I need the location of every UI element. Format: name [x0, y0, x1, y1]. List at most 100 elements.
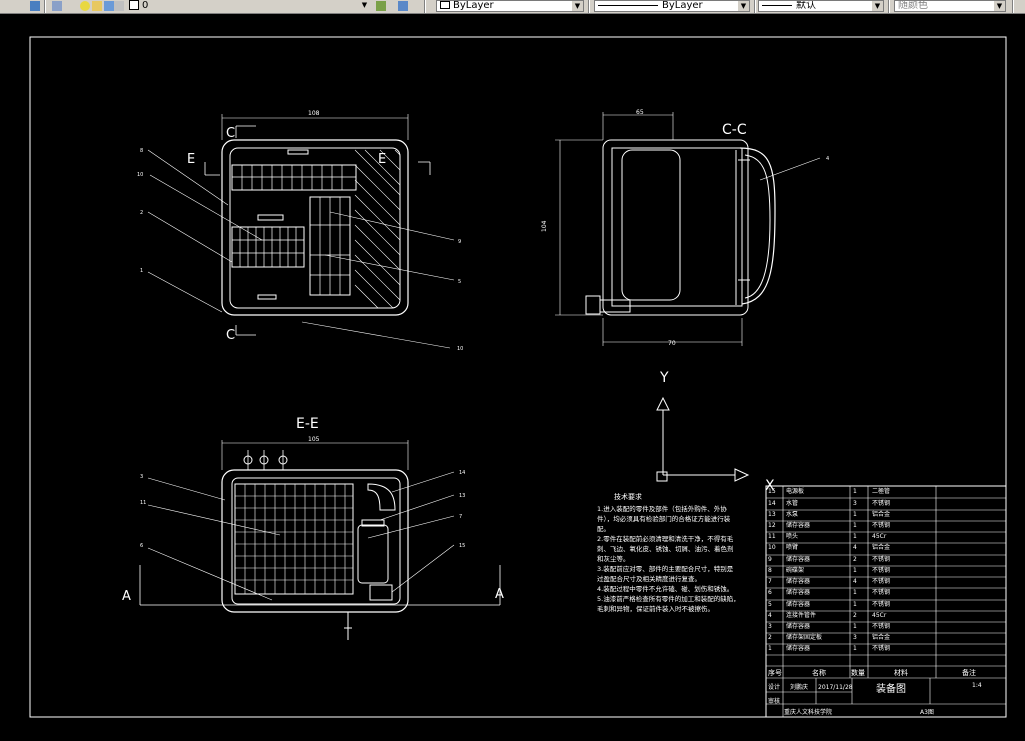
- design-date: 2017/11/28: [818, 684, 853, 691]
- bom-cell-no: 15: [768, 488, 776, 495]
- bom-cell-qty: 1: [853, 623, 857, 630]
- bom-cell-material: 不锈钢: [872, 601, 891, 608]
- bom-cell-material: 不锈钢: [872, 567, 891, 574]
- bom-cell-name: 喷头: [786, 533, 799, 540]
- bom-cell-no: 14: [768, 500, 776, 507]
- tech-note-line: 1.进入装配的零件及部件（包括外购件、外协: [597, 505, 727, 513]
- bom-cell-qty: 1: [853, 601, 857, 608]
- callout-2: 2: [140, 210, 143, 216]
- layer-color-swatch: [129, 0, 139, 10]
- layer-previous-icon[interactable]: [398, 1, 408, 11]
- layer-color-icon[interactable]: [114, 1, 124, 11]
- bom-cell-material: 不锈钢: [872, 578, 891, 585]
- layer-manager-icon[interactable]: [52, 1, 62, 11]
- bom-cell-no: 2: [768, 634, 772, 641]
- lightbulb-icon[interactable]: [80, 1, 90, 11]
- tech-note-line: 和灰尘等。: [597, 555, 630, 563]
- chevron-down-icon[interactable]: ▼: [738, 1, 749, 11]
- bom-cell-qty: 1: [853, 645, 857, 652]
- make-current-layer-icon[interactable]: [376, 1, 386, 11]
- callout-14: 14: [459, 470, 465, 476]
- dim-cc-bottom: 70: [668, 340, 676, 347]
- lock-icon[interactable]: [104, 1, 114, 11]
- callout-10b: 10: [457, 346, 463, 352]
- bom-header-no: 序号: [768, 669, 782, 677]
- section-a-left: A: [122, 589, 131, 604]
- layer-value: 0: [142, 0, 149, 11]
- bom-cell-material: 不锈钢: [872, 623, 891, 630]
- callout-7: 7: [459, 514, 462, 520]
- school-name: 重庆人文科技学院: [784, 709, 833, 716]
- bom-cell-no: 8: [768, 567, 772, 574]
- bom-header-name: 名称: [812, 669, 826, 677]
- tech-note-line: 件），均必须具有检验部门的合格证方能进行装: [597, 515, 731, 523]
- check-label: 审核: [768, 698, 781, 705]
- linetype-value: ByLayer: [662, 0, 703, 11]
- ucs-icon: Y X: [656, 370, 775, 494]
- drawing-title: 装备图: [876, 684, 906, 695]
- linetype-dropdown[interactable]: ByLayer ▼: [594, 0, 750, 12]
- bom-cell-no: 4: [768, 612, 772, 619]
- color-value: ByLayer: [453, 0, 494, 11]
- callout-10: 10: [137, 172, 143, 178]
- bom-cell-name: 碗碟架: [786, 567, 805, 574]
- bom-cell-material: 不锈钢: [872, 589, 891, 596]
- callout-13: 13: [459, 493, 465, 499]
- bom-cell-material: 不锈钢: [872, 645, 891, 652]
- bom-cell-name: 储存容器: [786, 522, 811, 529]
- top-section-view-ee: E-E 105 A A 3 11 6 14 13 7 15: [122, 416, 504, 640]
- toolbar-separator: [888, 0, 890, 13]
- lineweight-preview: [762, 4, 792, 6]
- designer-name: 刘鹏庆: [790, 684, 809, 691]
- callout-11: 11: [140, 500, 146, 506]
- bom-cell-qty: 1: [853, 589, 857, 596]
- bom-cell-name: 储存容器: [786, 589, 811, 596]
- color-dropdown[interactable]: ByLayer ▼: [436, 0, 584, 12]
- front-section-view: 108 C C E E 8 10 2 1 9 5 10: [137, 110, 463, 352]
- toolbar-separator: [424, 0, 426, 13]
- toolbar-separator: [44, 0, 46, 13]
- layer-states-icon[interactable]: [30, 1, 40, 11]
- bom-cell-material: 铝合金: [872, 634, 891, 641]
- bom-cell-no: 9: [768, 556, 772, 563]
- bom-cell-name: 储存容器: [786, 556, 811, 563]
- bom-cell-qty: 1: [853, 488, 857, 495]
- sun-icon[interactable]: [92, 1, 102, 11]
- chevron-down-icon[interactable]: ▼: [572, 1, 583, 11]
- layer-dropdown[interactable]: 0 ▼: [126, 0, 370, 12]
- view-ee-label: E-E: [296, 416, 319, 432]
- bom-cell-no: 12: [768, 522, 776, 529]
- tech-note-line: 刺、飞边、氧化皮、锈蚀、切屑、油污、着色剂: [597, 545, 734, 553]
- tech-notes: 1.进入装配的零件及部件（包括外购件、外协 件），均必须具有检验部门的合格证方能…: [597, 504, 740, 614]
- bom-cell-name: 储存容器: [786, 578, 811, 585]
- properties-toolbar: 0 ▼ ByLayer ▼ ByLayer ▼ 默认 ▼ 随颜色 ▼: [0, 0, 1025, 14]
- plotstyle-dropdown[interactable]: 随颜色 ▼: [894, 0, 1006, 12]
- bom-cell-no: 5: [768, 601, 772, 608]
- tech-note-line: 过盈配合尺寸及相关精度进行复查。: [597, 575, 701, 583]
- bom-cell-qty: 4: [853, 544, 857, 551]
- bom-cell-no: 6: [768, 589, 772, 596]
- side-view-cc: C-C 65 104 70 4: [541, 109, 829, 347]
- lineweight-dropdown[interactable]: 默认 ▼: [758, 0, 884, 12]
- bom-cell-name: 储存容器: [786, 601, 811, 608]
- chevron-down-icon[interactable]: ▼: [359, 0, 370, 10]
- bom-cell-no: 7: [768, 578, 772, 585]
- tech-note-line: 4.装配过程中零件不允许磕、碰、划伤和锈蚀。: [597, 585, 734, 593]
- designer-label: 设计: [768, 684, 781, 691]
- section-c-bottom: C: [226, 328, 235, 343]
- chevron-down-icon[interactable]: ▼: [994, 1, 1005, 11]
- bom-cell-name: 储存架固定板: [786, 634, 823, 641]
- callout-1: 1: [140, 268, 143, 274]
- bom-cell-no: 11: [768, 533, 776, 540]
- bom-cell-no: 10: [768, 544, 776, 551]
- bom-cell-material: 铝合金: [872, 544, 891, 551]
- bom-cell-qty: 2: [853, 612, 857, 619]
- bom-cell-no: 1: [768, 645, 772, 652]
- bom-cell-qty: 4: [853, 578, 857, 585]
- section-e-right: E: [378, 152, 386, 167]
- chevron-down-icon[interactable]: ▼: [872, 1, 883, 11]
- linetype-preview: [598, 4, 658, 6]
- bom-cell-qty: 1: [853, 533, 857, 540]
- bom-cell-qty: 3: [853, 634, 857, 641]
- drawing-canvas[interactable]: 108 C C E E 8 10 2 1 9 5 10 C-C 65 104 7…: [0, 14, 1025, 737]
